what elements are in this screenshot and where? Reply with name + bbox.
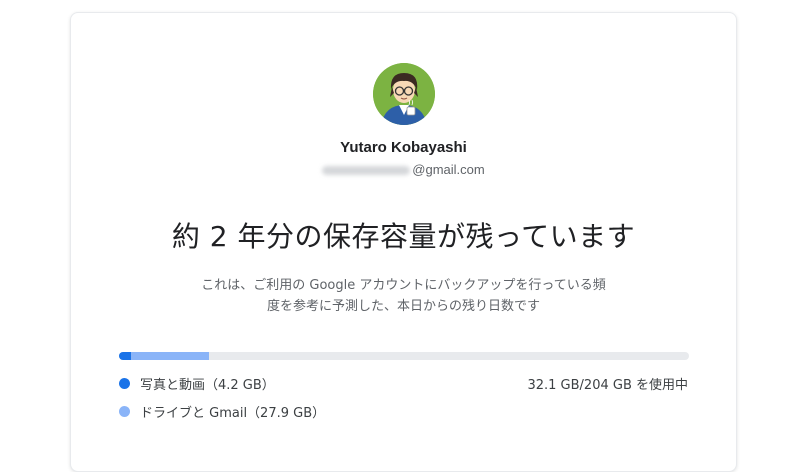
estimate-description: これは、ご利用の Google アカウントにバックアップを行っている頻 度を参考… <box>71 275 736 317</box>
legend-drive-gmail: ドライブと Gmail（27.9 GB） <box>119 402 325 421</box>
legend-photos-videos: 写真と動画（4.2 GB） <box>119 374 275 393</box>
storage-usage-bar <box>119 352 689 360</box>
photos-videos-color-dot <box>119 378 130 389</box>
avatar-illustration <box>373 63 435 125</box>
storage-used-summary: 32.1 GB/204 GB を使用中 <box>527 378 688 393</box>
account-name: Yutaro Kobayashi <box>340 139 467 156</box>
storage-card: Yutaro Kobayashi @gmail.com 約 2 年分の保存容量が… <box>70 12 737 472</box>
drive-gmail-usage-segment <box>131 352 209 360</box>
estimate-description-line1: これは、ご利用の Google アカウントにバックアップを行っている頻 <box>201 278 606 293</box>
avatar <box>373 63 435 125</box>
drive-gmail-color-dot <box>119 406 130 417</box>
storage-remaining-headline: 約 2 年分の保存容量が残っています <box>171 220 636 253</box>
email-domain: @gmail.com <box>412 162 485 177</box>
redacted-email-username <box>322 166 411 176</box>
photos-videos-usage-segment <box>119 352 131 360</box>
account-email: @gmail.com <box>71 162 736 177</box>
legend-drive-gmail-label: ドライブと Gmail（27.9 GB） <box>140 406 326 421</box>
legend-photos-videos-label: 写真と動画（4.2 GB） <box>140 378 275 393</box>
estimate-description-line2: 度を参考に予測した、本日からの残り日数です <box>266 299 540 314</box>
